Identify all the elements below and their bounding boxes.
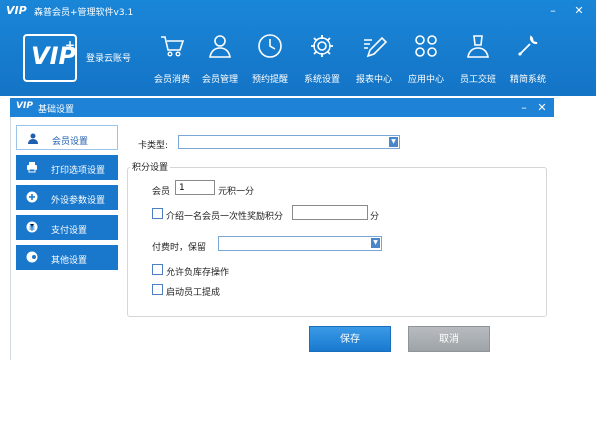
minimize-button[interactable]: – xyxy=(544,3,562,19)
member-label: 会员 xyxy=(152,187,171,197)
dialog-minimize-button[interactable]: – xyxy=(516,99,532,116)
sidebar-item-device-settings[interactable]: 外设参数设置 xyxy=(16,185,118,210)
wrench-icon xyxy=(502,32,554,62)
referral-checkbox[interactable] xyxy=(152,208,163,219)
nav-label: 会员管理 xyxy=(201,75,238,85)
nav-label: 系统设置 xyxy=(303,75,340,85)
dialog-title-bar: VIP 基础设置 – ✕ xyxy=(10,98,554,117)
nav-label: 报表中心 xyxy=(355,75,392,85)
nav-label: 应用中心 xyxy=(407,75,444,85)
dialog-close-button[interactable]: ✕ xyxy=(534,99,550,116)
nav-system-settings[interactable]: 系统设置 xyxy=(296,32,348,86)
staff-commission-checkbox[interactable] xyxy=(152,284,163,295)
sidebar-item-label: 其他设置 xyxy=(51,256,88,266)
app-header: VIP 森普会员+管理软件v3.1 – ✕ VIP + 登录云账号 会员消费 会… xyxy=(0,0,596,96)
gear-icon xyxy=(296,32,348,62)
sidebar-item-payment-settings[interactable]: 支付设置 xyxy=(16,215,118,240)
card-type-select[interactable]: ▼ xyxy=(178,135,400,149)
nav-label: 会员消费 xyxy=(153,75,190,85)
vip-logo-plus: + xyxy=(65,38,76,52)
nav-simple-system[interactable]: 精简系统 xyxy=(502,32,554,86)
nav-reminder[interactable]: 预约提醒 xyxy=(244,32,296,86)
device-icon xyxy=(26,191,38,203)
points-rate-suffix: 元积一分 xyxy=(218,187,255,197)
save-button[interactable]: 保存 xyxy=(309,326,391,352)
chevron-down-icon: ▼ xyxy=(371,238,380,248)
close-button[interactable]: ✕ xyxy=(570,3,588,19)
clock-icon xyxy=(244,32,296,62)
sidebar-item-label: 支付设置 xyxy=(51,226,88,236)
referral-label: 介绍一名会员一次性奖励积分 xyxy=(166,212,284,222)
grid-icon xyxy=(400,32,452,62)
referral-suffix: 分 xyxy=(370,212,380,222)
points-group-title: 积分设置 xyxy=(130,160,171,173)
sidebar-item-label: 会员设置 xyxy=(52,137,89,147)
nav-staff-shift[interactable]: 员工交班 xyxy=(452,32,504,86)
cancel-button[interactable]: 取消 xyxy=(408,326,490,352)
chevron-down-icon: ▼ xyxy=(389,137,398,147)
reserve-select[interactable]: ▼ xyxy=(218,236,382,251)
card-type-label: 卡类型: xyxy=(138,141,169,151)
payment-icon xyxy=(26,221,38,233)
pen-icon xyxy=(348,32,400,62)
reserve-label: 付费时，保留 xyxy=(152,243,207,253)
dialog-logo: VIP xyxy=(16,101,33,111)
nav-label: 精简系统 xyxy=(509,75,546,85)
sidebar-item-label: 打印选项设置 xyxy=(51,166,106,176)
nav-label: 预约提醒 xyxy=(251,75,288,85)
person-icon xyxy=(28,133,38,144)
dialog-title: 基础设置 xyxy=(38,105,75,115)
user-icon xyxy=(194,32,246,62)
nav-app-center[interactable]: 应用中心 xyxy=(400,32,452,86)
allow-negative-stock-checkbox[interactable] xyxy=(152,264,163,275)
other-icon xyxy=(26,251,38,263)
nav-report-center[interactable]: 报表中心 xyxy=(348,32,400,86)
staff-commission-label: 启动员工提成 xyxy=(166,288,221,298)
sidebar-item-label: 外设参数设置 xyxy=(51,196,106,206)
nav-member-consume[interactable]: 会员消费 xyxy=(146,32,198,86)
nav-member-manage[interactable]: 会员管理 xyxy=(194,32,246,86)
login-cloud-link[interactable]: 登录云账号 xyxy=(86,51,131,64)
points-rate-input[interactable] xyxy=(175,180,215,195)
referral-points-input[interactable] xyxy=(292,205,368,220)
nav-label: 员工交班 xyxy=(459,75,496,85)
sidebar-item-other-settings[interactable]: 其他设置 xyxy=(16,245,118,270)
sidebar-item-member-settings[interactable]: 会员设置 xyxy=(16,125,118,150)
sidebar-item-print-settings[interactable]: 打印选项设置 xyxy=(16,155,118,180)
cart-icon xyxy=(146,32,198,62)
printer-icon xyxy=(27,162,37,173)
vip-logo: VIP + xyxy=(23,34,77,82)
window-title: 森普会员+管理软件v3.1 xyxy=(34,8,134,18)
title-bar: VIP 森普会员+管理软件v3.1 – ✕ xyxy=(0,0,596,22)
allow-negative-stock-label: 允许负库存操作 xyxy=(166,268,230,278)
person-icon xyxy=(452,32,504,62)
app-logo-small: VIP xyxy=(6,4,27,17)
